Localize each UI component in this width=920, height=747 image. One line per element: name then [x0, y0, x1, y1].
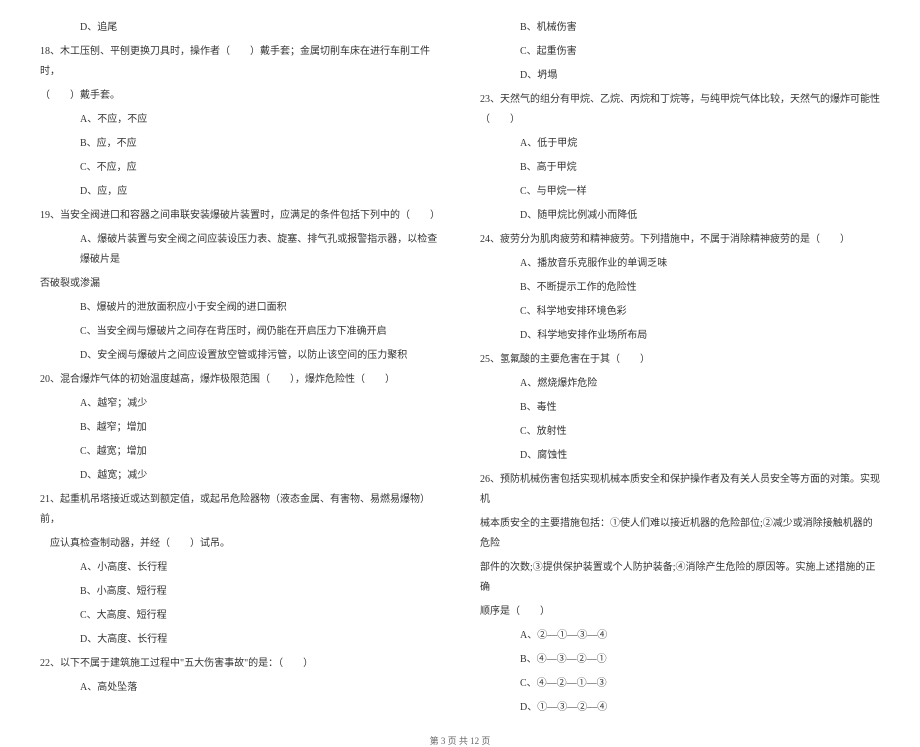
- q23-option-c: C、与甲烷一样: [520, 182, 880, 202]
- left-column: D、追尾 18、木工压刨、平刨更换刀具时，操作者（ ）戴手套；金属切削车床在进行…: [40, 18, 440, 722]
- q25-option-b: B、毒性: [520, 398, 880, 418]
- q21-option-c: C、大高度、短行程: [80, 606, 440, 626]
- q21-text2: 应认真检查制动器，并经（ ）试吊。: [40, 534, 440, 554]
- q23-option-d: D、随甲烷比例减小而降低: [520, 206, 880, 226]
- q23-option-b: B、高于甲烷: [520, 158, 880, 178]
- q21-text: 21、起重机吊塔接近或达到额定值，或起吊危险器物（液态金属、有害物、易燃易爆物）…: [40, 490, 440, 530]
- q24-option-c: C、科学地安排环境色彩: [520, 302, 880, 322]
- q20-text: 20、混合爆炸气体的初始温度越高，爆炸极限范围（ ），爆炸危险性（ ）: [40, 370, 440, 390]
- q23-text: 23、天然气的组分有甲烷、乙烷、丙烷和丁烷等，与纯甲烷气体比较，天然气的爆炸可能…: [480, 90, 880, 130]
- q22-option-a: A、高处坠落: [80, 678, 440, 698]
- q26-option-a: A、②—①—③—④: [520, 626, 880, 646]
- q24-option-d: D、科学地安排作业场所布局: [520, 326, 880, 346]
- q26-text: 26、预防机械伤害包括实现机械本质安全和保护操作者及有关人员安全等方面的对策。实…: [480, 470, 880, 510]
- q26-option-b: B、④—③—②—①: [520, 650, 880, 670]
- right-column: B、机械伤害 C、起重伤害 D、坍塌 23、天然气的组分有甲烷、乙烷、丙烷和丁烷…: [480, 18, 880, 722]
- q18-option-b: B、应，不应: [80, 134, 440, 154]
- q17-option-d: D、追尾: [80, 18, 440, 38]
- q20-option-b: B、越窄；增加: [80, 418, 440, 438]
- q23-option-a: A、低于甲烷: [520, 134, 880, 154]
- q22-option-b: B、机械伤害: [520, 18, 880, 38]
- q26-text2: 械本质安全的主要措施包括：①使人们难以接近机器的危险部位;②减少或消除接触机器的…: [480, 514, 880, 554]
- q22-option-d: D、坍塌: [520, 66, 880, 86]
- q24-option-b: B、不断提示工作的危险性: [520, 278, 880, 298]
- q25-option-c: C、放射性: [520, 422, 880, 442]
- q19-option-a: A、爆破片装置与安全阀之间应装设压力表、旋塞、排气孔或报警指示器，以检查爆破片是: [80, 230, 440, 270]
- q18-text: 18、木工压刨、平刨更换刀具时，操作者（ ）戴手套；金属切削车床在进行车削工件时…: [40, 42, 440, 82]
- q26-option-c: C、④—②—①—③: [520, 674, 880, 694]
- q26-text4: 顺序是（ ）: [480, 602, 880, 622]
- q25-text: 25、氢氟酸的主要危害在于其（ ）: [480, 350, 880, 370]
- q24-text: 24、疲劳分为肌肉疲劳和精神疲劳。下列措施中，不属于消除精神疲劳的是（ ）: [480, 230, 880, 250]
- page-footer: 第 3 页 共 12 页: [40, 734, 880, 747]
- q20-option-d: D、越宽；减少: [80, 466, 440, 486]
- q18-option-d: D、应，应: [80, 182, 440, 202]
- q19-option-b: B、爆破片的泄放面积应小于安全阀的进口面积: [80, 298, 440, 318]
- q26-option-d: D、①—③—②—④: [520, 698, 880, 718]
- q20-option-c: C、越宽；增加: [80, 442, 440, 462]
- q19-option-c: C、当安全阀与爆破片之间存在背压时，阀仍能在开启压力下准确开启: [80, 322, 440, 342]
- q22-text: 22、以下不属于建筑施工过程中"五大伤害事故"的是：（ ）: [40, 654, 440, 674]
- q20-option-a: A、越窄；减少: [80, 394, 440, 414]
- page-content: D、追尾 18、木工压刨、平刨更换刀具时，操作者（ ）戴手套；金属切削车床在进行…: [40, 18, 880, 722]
- q25-option-a: A、燃烧爆炸危险: [520, 374, 880, 394]
- q26-text3: 部件的次数;③提供保护装置或个人防护装备;④消除产生危险的原因等。实施上述措施的…: [480, 558, 880, 598]
- q24-option-a: A、播放音乐克服作业的单调乏味: [520, 254, 880, 274]
- q19-option-a2: 否破裂或渗漏: [40, 274, 440, 294]
- q21-option-d: D、大高度、长行程: [80, 630, 440, 650]
- q19-text: 19、当安全阀进口和容器之间串联安装爆破片装置时，应满足的条件包括下列中的（ ）: [40, 206, 440, 226]
- q19-option-d: D、安全阀与爆破片之间应设置放空管或排污管，以防止该空间的压力聚积: [80, 346, 440, 366]
- q18-option-a: A、不应，不应: [80, 110, 440, 130]
- q18-option-c: C、不应，应: [80, 158, 440, 178]
- q21-option-b: B、小高度、短行程: [80, 582, 440, 602]
- q25-option-d: D、腐蚀性: [520, 446, 880, 466]
- q22-option-c: C、起重伤害: [520, 42, 880, 62]
- q21-option-a: A、小高度、长行程: [80, 558, 440, 578]
- q18-text2: （ ）戴手套。: [40, 86, 440, 106]
